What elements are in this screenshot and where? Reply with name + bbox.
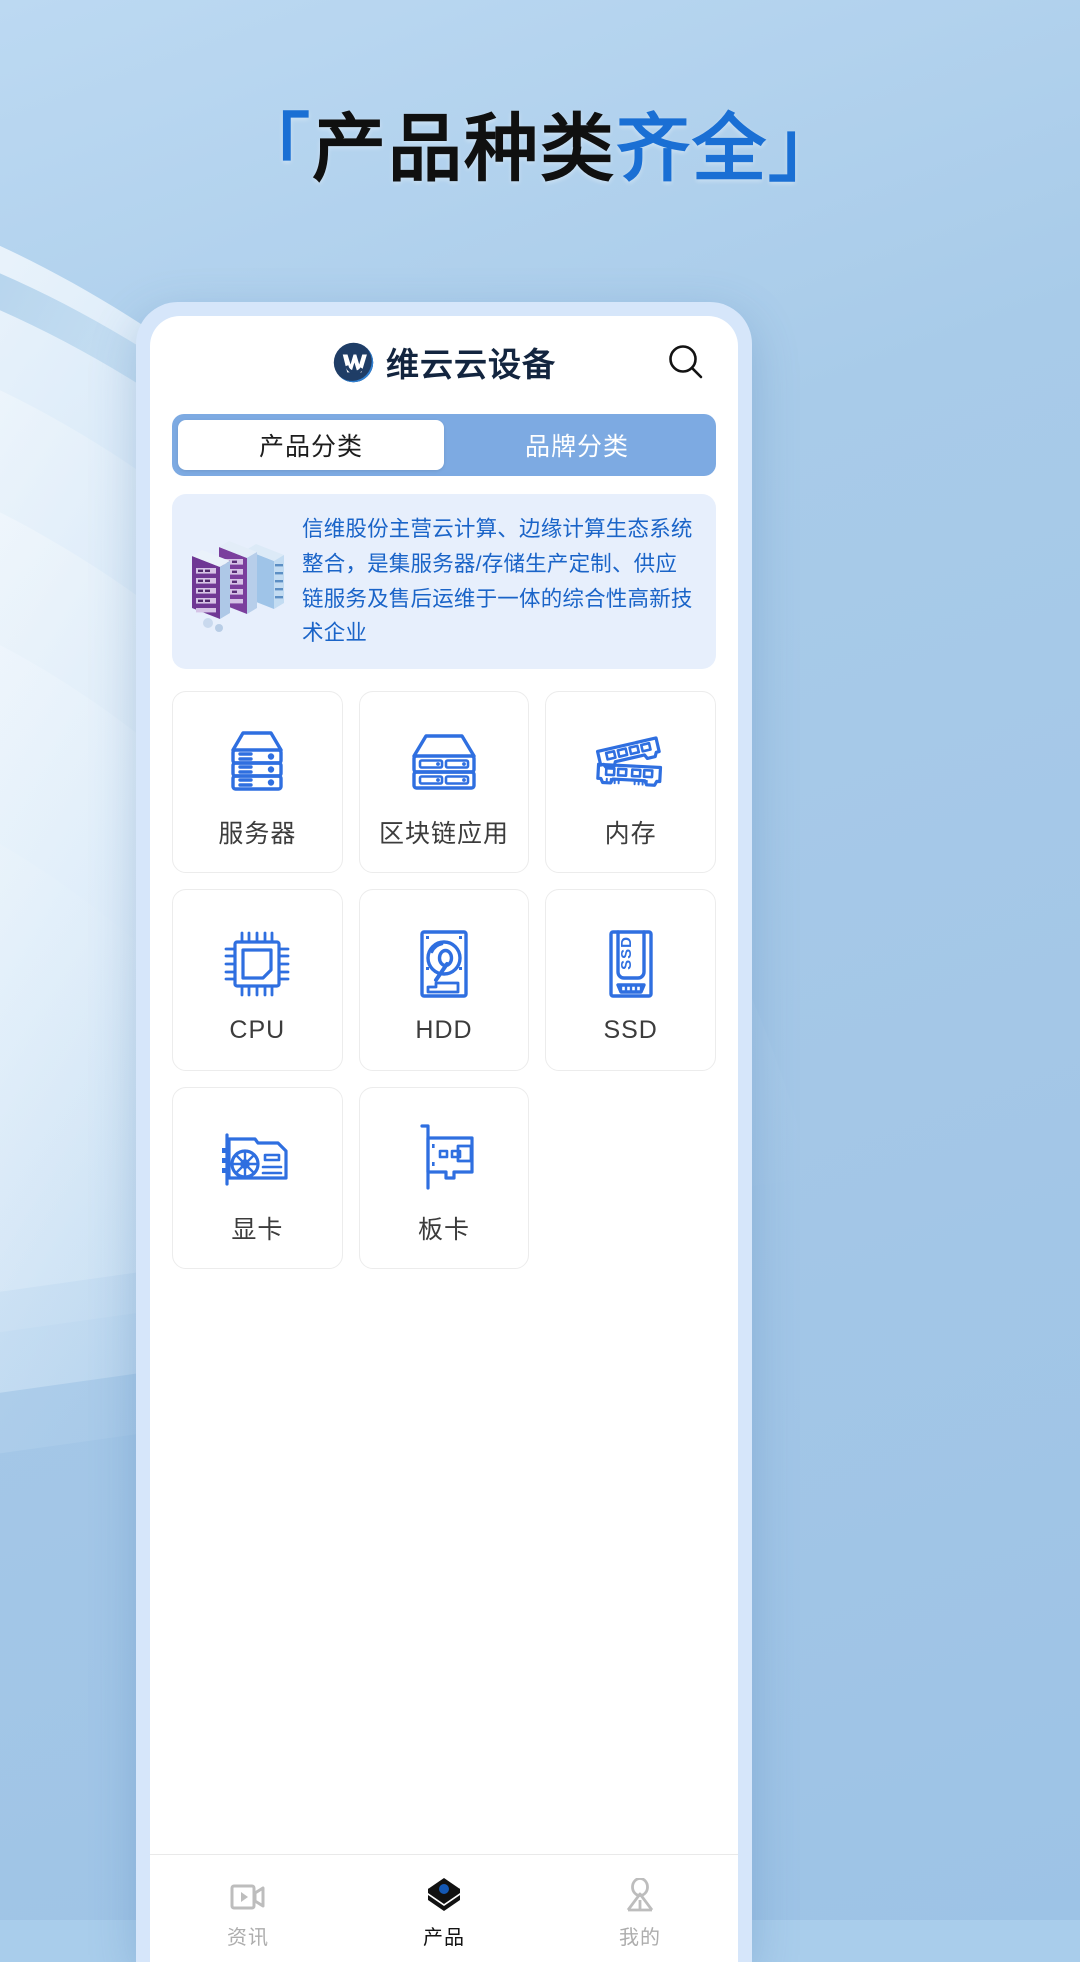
category-card-server[interactable]: 服务器 <box>172 691 343 873</box>
nav-item-news[interactable]: 资讯 <box>150 1868 346 1950</box>
graphics-card-icon <box>213 1110 301 1206</box>
nav-label: 产品 <box>423 1921 465 1950</box>
title-bracket-open: 「 <box>236 107 312 190</box>
hard-disk-drive-icon <box>400 916 488 1012</box>
category-label: HDD <box>415 1016 472 1045</box>
search-icon <box>665 341 707 383</box>
nav-label: 资讯 <box>227 1921 269 1950</box>
category-card-gpu[interactable]: 显卡 <box>172 1087 343 1269</box>
layers-stack-icon <box>424 1872 464 1914</box>
phone-mockup-frame: 维云云设备 产品分类 品牌分类 <box>136 302 752 1962</box>
category-label: CPU <box>229 1016 285 1045</box>
solid-state-drive-icon: SSD <box>587 916 675 1012</box>
tab-brand-category[interactable]: 品牌分类 <box>444 420 710 470</box>
category-label: 服务器 <box>218 814 296 850</box>
company-info-text: 信维股份主营云计算、边缘计算生态系统整合，是集服务器/存储生产定制、供应链服务及… <box>302 512 698 651</box>
category-label: SSD <box>603 1016 657 1045</box>
server-rack-icon <box>213 714 301 810</box>
category-tab-bar[interactable]: 产品分类 品牌分类 <box>172 414 716 476</box>
category-label: 内存 <box>605 814 657 850</box>
category-label: 区块链应用 <box>379 814 509 850</box>
page-title: 「产品种类齐全」 <box>0 112 1080 186</box>
brand-logo: 维云云设备 <box>332 338 556 386</box>
expansion-board-card-icon <box>400 1110 488 1206</box>
video-news-icon <box>229 1872 267 1914</box>
category-label: 显卡 <box>231 1210 283 1246</box>
app-header: 维云云设备 <box>150 316 738 408</box>
server-rack-isometric-icon <box>186 530 288 634</box>
content-empty-space <box>150 1269 738 1854</box>
nav-label: 我的 <box>619 1921 661 1950</box>
memory-ram-icon <box>587 714 675 810</box>
bottom-navigation-bar[interactable]: 资讯 产品 我的 <box>150 1854 738 1962</box>
phone-screen: 维云云设备 产品分类 品牌分类 <box>150 316 738 1962</box>
search-button[interactable] <box>660 336 712 388</box>
svg-text:SSD: SSD <box>618 936 635 970</box>
category-card-hdd[interactable]: HDD <box>359 889 530 1071</box>
nav-item-products[interactable]: 产品 <box>346 1868 542 1950</box>
title-text-blue: 齐全 <box>616 107 768 190</box>
category-card-ssd[interactable]: SSD SSD <box>545 889 716 1071</box>
category-card-blockchain[interactable]: 区块链应用 <box>359 691 530 873</box>
category-card-expansion-board[interactable]: 板卡 <box>359 1087 530 1269</box>
company-info-banner: 信维股份主营云计算、边缘计算生态系统整合，是集服务器/存储生产定制、供应链服务及… <box>172 494 716 669</box>
blockchain-server-icon <box>400 714 488 810</box>
title-bracket-close: 」 <box>768 107 844 190</box>
category-grid: 服务器 <box>172 691 716 1269</box>
nav-item-profile[interactable]: 我的 <box>542 1868 738 1950</box>
brand-name: 维云云设备 <box>386 338 556 386</box>
circular-w-logo-icon <box>332 341 375 384</box>
category-card-cpu[interactable]: CPU <box>172 889 343 1071</box>
cpu-chip-icon <box>213 916 301 1012</box>
category-label: 板卡 <box>418 1210 470 1246</box>
user-person-icon <box>622 1872 658 1914</box>
category-card-memory[interactable]: 内存 <box>545 691 716 873</box>
title-text-dark: 产品种类 <box>312 107 616 190</box>
tab-product-category[interactable]: 产品分类 <box>178 420 444 470</box>
